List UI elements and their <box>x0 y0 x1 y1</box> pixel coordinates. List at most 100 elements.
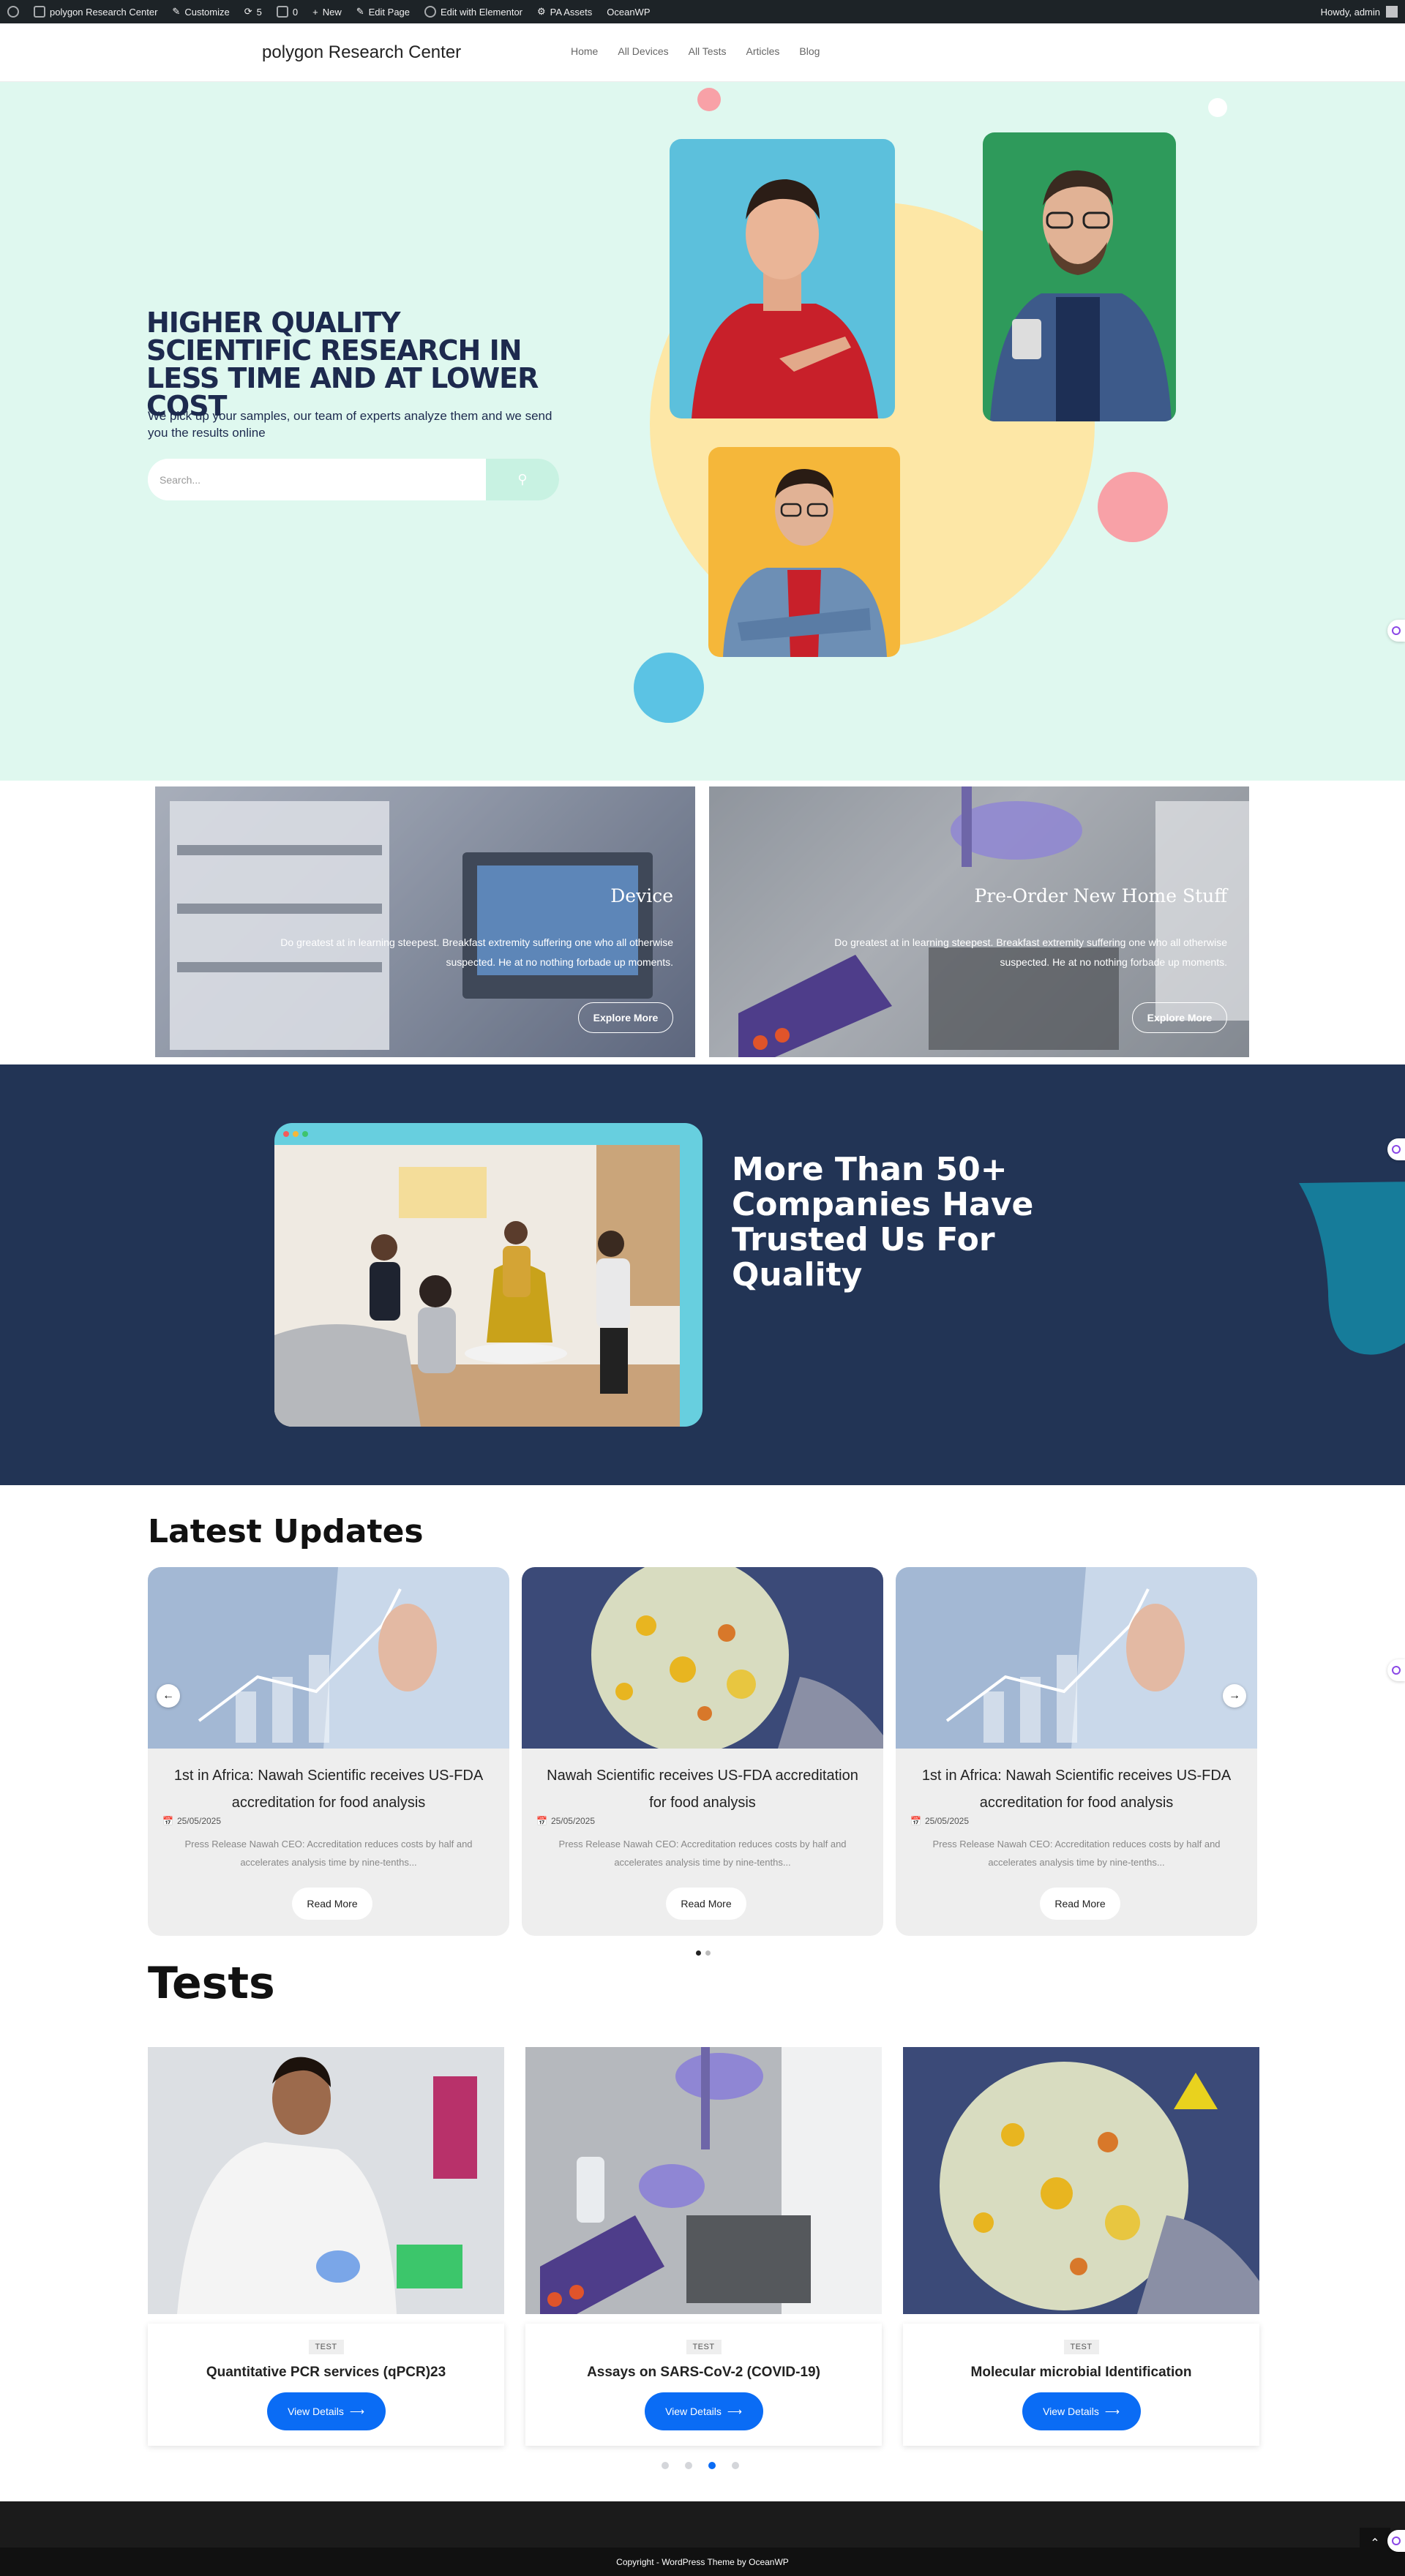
update-excerpt: Press Release Nawah CEO: Accreditation r… <box>558 1839 847 1868</box>
gear-icon: ⚙ <box>537 6 546 17</box>
site-header: polygon Research Center Home All Devices… <box>0 23 1405 82</box>
pencil-icon: ✎ <box>356 6 364 17</box>
nav-item-all-devices[interactable]: All Devices <box>618 45 668 57</box>
update-date: 📅 25/05/2025 <box>910 1816 970 1826</box>
update-card: 1st in Africa: Nawah Scientific receives… <box>148 1567 509 1936</box>
admin-oceanwp[interactable]: OceanWP <box>599 0 657 23</box>
slider-next-button[interactable]: → <box>1223 1684 1246 1708</box>
update-excerpt: Press Release Nawah CEO: Accreditation r… <box>184 1839 473 1868</box>
slider-prev-button[interactable]: ← <box>157 1684 180 1708</box>
test-name[interactable]: Molecular microbial Identification <box>903 2365 1259 2381</box>
arrow-right-icon: → <box>1229 1689 1240 1702</box>
search-icon: ⚲ <box>517 472 528 487</box>
pagination-dot[interactable] <box>705 1950 711 1956</box>
side-widget-button[interactable] <box>1387 1659 1405 1681</box>
admin-edit-page[interactable]: ✎ Edit Page <box>349 0 417 23</box>
admin-new[interactable]: + New <box>305 0 349 23</box>
feature-text: Do greatest at in learning steepest. Bre… <box>834 936 1227 968</box>
arrow-right-icon: ⟶ <box>1104 2405 1120 2417</box>
calendar-icon: 📅 <box>536 1816 547 1826</box>
pagination-dot[interactable] <box>662 2462 669 2469</box>
calendar-icon: 📅 <box>162 1816 173 1826</box>
hero-subtitle: We pick up your samples, our team of exp… <box>148 409 552 440</box>
test-name[interactable]: Quantitative PCR services (qPCR)23 <box>148 2365 504 2381</box>
admin-site-name[interactable]: polygon Research Center <box>26 0 165 23</box>
trust-section: More Than 50+ Companies Have Trusted Us … <box>0 1064 1405 1485</box>
hero-section: HIGHER QUALITY SCIENTIFIC RESEARCH IN LE… <box>0 82 1405 781</box>
hero-blue-circle <box>634 653 704 723</box>
site-logo[interactable]: polygon Research Center <box>262 42 461 63</box>
feature-card-device: Device Do greatest at in learning steepe… <box>155 786 695 1057</box>
test-body: TEST Molecular microbial Identification … <box>903 2324 1259 2446</box>
petri-dish-image <box>522 1567 883 1749</box>
test-name[interactable]: Assays on SARS-CoV-2 (COVID-19) <box>525 2365 882 2381</box>
widget-icon <box>1392 626 1401 635</box>
nav-item-all-tests[interactable]: All Tests <box>689 45 727 57</box>
arrow-left-icon: ← <box>162 1689 174 1702</box>
admin-account[interactable]: Howdy, admin <box>1321 0 1398 23</box>
pagination-dot[interactable] <box>696 1950 701 1956</box>
scroll-to-top-button[interactable]: ⌃ <box>1360 2528 1390 2558</box>
update-date: 📅 25/05/2025 <box>536 1816 596 1826</box>
trust-title: More Than 50+ Companies Have Trusted Us … <box>732 1151 1034 1293</box>
test-badge: TEST <box>308 2340 344 2354</box>
hero-title: HIGHER QUALITY SCIENTIFIC RESEARCH IN LE… <box>146 307 539 422</box>
brush-icon: ✎ <box>172 6 181 17</box>
nav-item-blog[interactable]: Blog <box>799 45 820 57</box>
search-input[interactable] <box>148 459 486 500</box>
tests-pagination <box>662 2462 739 2469</box>
admin-customize[interactable]: ✎ Customize <box>165 0 236 23</box>
updates-icon: ⟳ <box>244 6 252 17</box>
side-widget-button[interactable] <box>1387 620 1405 642</box>
latest-updates-heading: Latest Updates <box>148 1513 424 1550</box>
read-more-button[interactable]: Read More <box>666 1888 746 1920</box>
plus-icon: + <box>312 6 318 18</box>
update-title[interactable]: Nawah Scientific receives US-FDA accredi… <box>536 1762 869 1817</box>
side-widget-button[interactable] <box>1387 1138 1405 1160</box>
pagination-dot[interactable] <box>708 2462 716 2469</box>
test-card: TEST Quantitative PCR services (qPCR)23 … <box>148 2047 504 2446</box>
wordpress-logo-icon[interactable] <box>0 0 26 23</box>
trust-image-frame <box>274 1123 702 1427</box>
hero-photo-plaid-shirt <box>983 132 1176 421</box>
update-title[interactable]: 1st in Africa: Nawah Scientific receives… <box>162 1762 495 1817</box>
feature-card-preorder: Pre-Order New Home Stuff Do greatest at … <box>709 786 1249 1057</box>
search-button[interactable]: ⚲ <box>486 459 559 500</box>
man-denim-jacket-illustration <box>723 469 887 657</box>
read-more-button[interactable]: Read More <box>1040 1888 1120 1920</box>
main-nav: Home All Devices All Tests Articles Blog <box>571 45 820 57</box>
updates-pagination <box>696 1950 711 1956</box>
update-card: 1st in Africa: Nawah Scientific receives… <box>896 1567 1257 1936</box>
hero-white-dot <box>1208 98 1227 117</box>
update-excerpt: Press Release Nawah CEO: Accreditation r… <box>932 1839 1221 1868</box>
test-card: TEST Assays on SARS-CoV-2 (COVID-19) Vie… <box>525 2047 882 2446</box>
explore-more-button[interactable]: Explore More <box>578 1002 673 1033</box>
test-badge: TEST <box>1063 2340 1099 2354</box>
admin-pa-assets[interactable]: ⚙ PA Assets <box>530 0 599 23</box>
nav-item-articles[interactable]: Articles <box>746 45 779 57</box>
view-details-button[interactable]: View Details ⟶ <box>1022 2392 1141 2430</box>
pagination-dot[interactable] <box>685 2462 692 2469</box>
test-image <box>903 2047 1259 2314</box>
petri-dish-image <box>903 2047 1259 2314</box>
view-details-button[interactable]: View Details ⟶ <box>644 2392 763 2430</box>
growth-chart-hand-image <box>148 1567 509 1749</box>
lab-pipette-image <box>525 2047 882 2314</box>
read-more-button[interactable]: Read More <box>292 1888 372 1920</box>
nav-item-home[interactable]: Home <box>571 45 598 57</box>
side-widget-button[interactable] <box>1387 2530 1405 2552</box>
admin-elementor[interactable]: Edit with Elementor <box>417 0 530 23</box>
test-badge: TEST <box>686 2340 722 2354</box>
explore-more-button[interactable]: Explore More <box>1132 1002 1227 1033</box>
pagination-dot[interactable] <box>732 2462 739 2469</box>
test-body: TEST Quantitative PCR services (qPCR)23 … <box>148 2324 504 2446</box>
hero-photo-denim-jacket <box>708 447 900 657</box>
arrow-right-icon: ⟶ <box>349 2405 364 2417</box>
home-icon <box>34 6 45 18</box>
admin-updates[interactable]: ⟳ 5 <box>237 0 269 23</box>
decor-blob <box>1299 1182 1405 1355</box>
update-title[interactable]: 1st in Africa: Nawah Scientific receives… <box>910 1762 1243 1817</box>
admin-comments[interactable]: 0 <box>269 0 305 23</box>
scientist-pipette-image <box>148 2047 504 2314</box>
view-details-button[interactable]: View Details ⟶ <box>266 2392 386 2430</box>
